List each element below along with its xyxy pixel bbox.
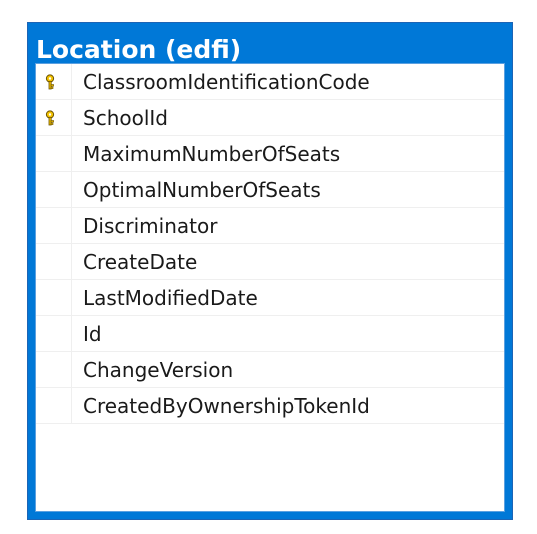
column-name: ClassroomIdentificationCode [83,70,370,94]
key-cell [36,352,72,387]
column-row[interactable]: Id [36,316,504,352]
column-name: MaximumNumberOfSeats [83,142,341,166]
column-row[interactable]: Discriminator [36,208,504,244]
column-row[interactable]: OptimalNumberOfSeats [36,172,504,208]
column-row[interactable]: CreatedByOwnershipTokenId [36,388,504,424]
key-cell [36,280,72,315]
column-row[interactable]: LastModifiedDate [36,280,504,316]
key-cell [36,316,72,351]
key-cell [36,100,72,135]
column-name: CreatedByOwnershipTokenId [83,394,370,418]
column-name: SchoolId [83,106,168,130]
key-cell [36,388,72,423]
key-cell [36,244,72,279]
key-cell [36,172,72,207]
key-cell [36,64,72,99]
column-row[interactable]: CreateDate [36,244,504,280]
column-name: LastModifiedDate [83,286,258,310]
key-cell [36,136,72,171]
column-name: OptimalNumberOfSeats [83,178,321,202]
column-row[interactable]: SchoolId [36,100,504,136]
column-name: CreateDate [83,250,198,274]
column-row[interactable]: ClassroomIdentificationCode [36,64,504,100]
column-row[interactable]: MaximumNumberOfSeats [36,136,504,172]
primary-key-icon [45,110,55,126]
location-table[interactable]: Location (edfi) ClassroomIdentificationC… [27,22,513,520]
column-name: ChangeVersion [83,358,234,382]
key-cell [36,208,72,243]
column-row[interactable]: ChangeVersion [36,352,504,388]
column-name: Id [83,322,102,346]
primary-key-icon [45,74,55,90]
column-name: Discriminator [83,214,218,238]
column-list: ClassroomIdentificationCode SchoolId Max… [35,63,505,512]
